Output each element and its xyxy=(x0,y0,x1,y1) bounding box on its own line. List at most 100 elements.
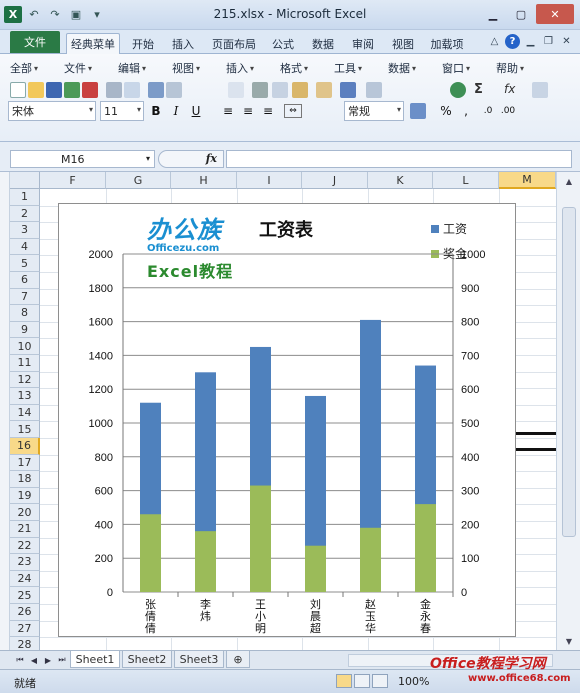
last-sheet-icon[interactable]: ⏭ xyxy=(56,654,68,666)
collapse-ribbon-icon[interactable]: △ xyxy=(487,34,502,49)
scroll-up-icon[interactable]: ▲ xyxy=(563,175,575,187)
worksheet-grid[interactable]: FGHIJKLM 1 2 3 4 5 6 7 8 9 10 11 12 13 14 15 16 17 18 19 20… xyxy=(0,172,580,650)
print-preview-icon[interactable] xyxy=(124,82,140,98)
sheet-tab-sheet3[interactable]: Sheet3 xyxy=(174,651,224,668)
autosum-icon[interactable]: Σ xyxy=(474,82,490,98)
next-sheet-icon[interactable]: ▶ xyxy=(42,654,54,666)
row-header-15[interactable]: 15 xyxy=(10,421,40,438)
row-header-19[interactable]: 19 xyxy=(10,487,40,505)
sheet-tab-sheet2[interactable]: Sheet2 xyxy=(122,651,172,668)
row-header-5[interactable]: 5 xyxy=(10,255,40,272)
save-icon[interactable] xyxy=(46,82,62,98)
row-header-11[interactable]: 11 xyxy=(10,355,40,372)
page-layout-view-icon[interactable] xyxy=(354,674,370,688)
align-right-icon[interactable]: ≡ xyxy=(260,103,276,119)
menu-file[interactable]: 文件 ▾ xyxy=(64,58,92,78)
italic-button[interactable]: I xyxy=(168,103,184,119)
row-header-14[interactable]: 14 xyxy=(10,404,40,422)
scroll-thumb[interactable] xyxy=(562,207,576,537)
new-file-icon[interactable] xyxy=(10,82,26,98)
decrease-decimal-icon[interactable]: .00 xyxy=(500,103,516,119)
column-header-f[interactable]: F xyxy=(40,172,106,189)
sheet-tab-sheet1[interactable]: Sheet1 xyxy=(70,651,120,668)
column-header-m[interactable]: M xyxy=(499,172,556,189)
permission-icon[interactable] xyxy=(64,82,80,98)
row-header-24[interactable]: 24 xyxy=(10,570,40,588)
insert-function-button[interactable]: fx xyxy=(206,152,217,165)
menu-view[interactable]: 视图 ▾ xyxy=(172,58,200,78)
format-painter-icon[interactable] xyxy=(316,82,332,98)
row-header-22[interactable]: 22 xyxy=(10,537,40,555)
menu-tools[interactable]: 工具 ▾ xyxy=(334,58,362,78)
close-icon[interactable]: ✕ xyxy=(536,4,574,24)
tab-home[interactable]: 开始 xyxy=(126,33,160,54)
tab-view[interactable]: 视图 xyxy=(386,33,420,54)
tab-page-layout[interactable]: 页面布局 xyxy=(206,33,262,54)
row-header-2[interactable]: 2 xyxy=(10,205,40,223)
row-header-13[interactable]: 13 xyxy=(10,388,40,405)
prev-sheet-icon[interactable]: ◀ xyxy=(28,654,40,666)
page-break-view-icon[interactable] xyxy=(372,674,388,688)
column-header-i[interactable]: I xyxy=(237,172,302,189)
font-name-combo[interactable]: 宋体 ▾ xyxy=(8,101,96,121)
redo-icon[interactable] xyxy=(366,82,382,98)
row-header-7[interactable]: 7 xyxy=(10,288,40,306)
column-header-j[interactable]: J xyxy=(302,172,368,189)
tab-formulas[interactable]: 公式 xyxy=(266,33,300,54)
font-size-combo[interactable]: 11 ▾ xyxy=(100,101,144,121)
research-icon[interactable] xyxy=(166,82,182,98)
row-header-28[interactable]: 28 xyxy=(10,637,40,650)
column-header-l[interactable]: L xyxy=(433,172,499,189)
menu-format[interactable]: 格式 ▾ xyxy=(280,58,308,78)
tab-insert[interactable]: 插入 xyxy=(166,33,200,54)
undo-icon[interactable] xyxy=(340,82,356,98)
bold-button[interactable]: B xyxy=(148,103,164,119)
row-header-4[interactable]: 4 xyxy=(10,238,40,256)
column-header-k[interactable]: K xyxy=(368,172,433,189)
print-icon[interactable] xyxy=(106,82,122,98)
insert-sheet-icon[interactable]: ⊕ xyxy=(226,651,250,668)
cut-icon[interactable] xyxy=(252,82,268,98)
row-header-8[interactable]: 8 xyxy=(10,305,40,322)
column-header-g[interactable]: G xyxy=(106,172,171,189)
row-header-25[interactable]: 25 xyxy=(10,587,40,604)
menu-data[interactable]: 数据 ▾ xyxy=(388,58,416,78)
tab-file[interactable]: 文件 xyxy=(10,31,60,53)
workbook-restore-icon[interactable]: ❐ xyxy=(541,34,556,49)
row-header-9[interactable]: 9 xyxy=(10,321,40,339)
open-folder-icon[interactable] xyxy=(28,82,44,98)
pdf-icon[interactable] xyxy=(82,82,98,98)
row-header-17[interactable]: 17 xyxy=(10,454,40,472)
insert-function-icon[interactable] xyxy=(228,82,244,98)
copy-icon[interactable] xyxy=(272,82,288,98)
help-icon[interactable]: ? xyxy=(505,34,520,49)
align-left-icon[interactable]: ≡ xyxy=(220,103,236,119)
merge-center-icon[interactable]: ⇔ xyxy=(284,104,302,118)
vertical-scrollbar[interactable]: ▲ ▼ xyxy=(556,172,580,650)
tab-classic-menu[interactable]: 经典菜单 xyxy=(66,33,120,54)
workbook-close-icon[interactable]: ✕ xyxy=(559,34,574,49)
row-header-21[interactable]: 21 xyxy=(10,521,40,538)
function-icon[interactable]: fx xyxy=(504,82,520,98)
paste-icon[interactable] xyxy=(292,82,308,98)
name-box[interactable]: M16 ▾ xyxy=(10,150,155,168)
row-header-1[interactable]: 1 xyxy=(10,189,40,206)
percent-button[interactable]: % xyxy=(438,103,454,119)
row-header-3[interactable]: 3 xyxy=(10,222,40,239)
zoom-level[interactable]: 100% xyxy=(398,675,429,688)
workbook-minimize-icon[interactable]: ▁ xyxy=(523,34,538,49)
row-header-27[interactable]: 27 xyxy=(10,620,40,638)
underline-button[interactable]: U xyxy=(188,103,204,119)
tab-review[interactable]: 审阅 xyxy=(346,33,380,54)
align-center-icon[interactable]: ≡ xyxy=(240,103,256,119)
sort-icon[interactable] xyxy=(532,82,548,98)
select-all-corner[interactable] xyxy=(10,172,40,189)
tab-addins[interactable]: 加载项 xyxy=(424,33,470,54)
menu-all[interactable]: 全部 ▾ xyxy=(10,58,38,78)
row-header-10[interactable]: 10 xyxy=(10,338,40,355)
scroll-down-icon[interactable]: ▼ xyxy=(563,635,575,647)
first-sheet-icon[interactable]: ⏮ xyxy=(14,654,26,666)
row-header-16[interactable]: 16 xyxy=(10,438,40,455)
tab-data[interactable]: 数据 xyxy=(306,33,340,54)
currency-icon[interactable] xyxy=(410,103,426,119)
